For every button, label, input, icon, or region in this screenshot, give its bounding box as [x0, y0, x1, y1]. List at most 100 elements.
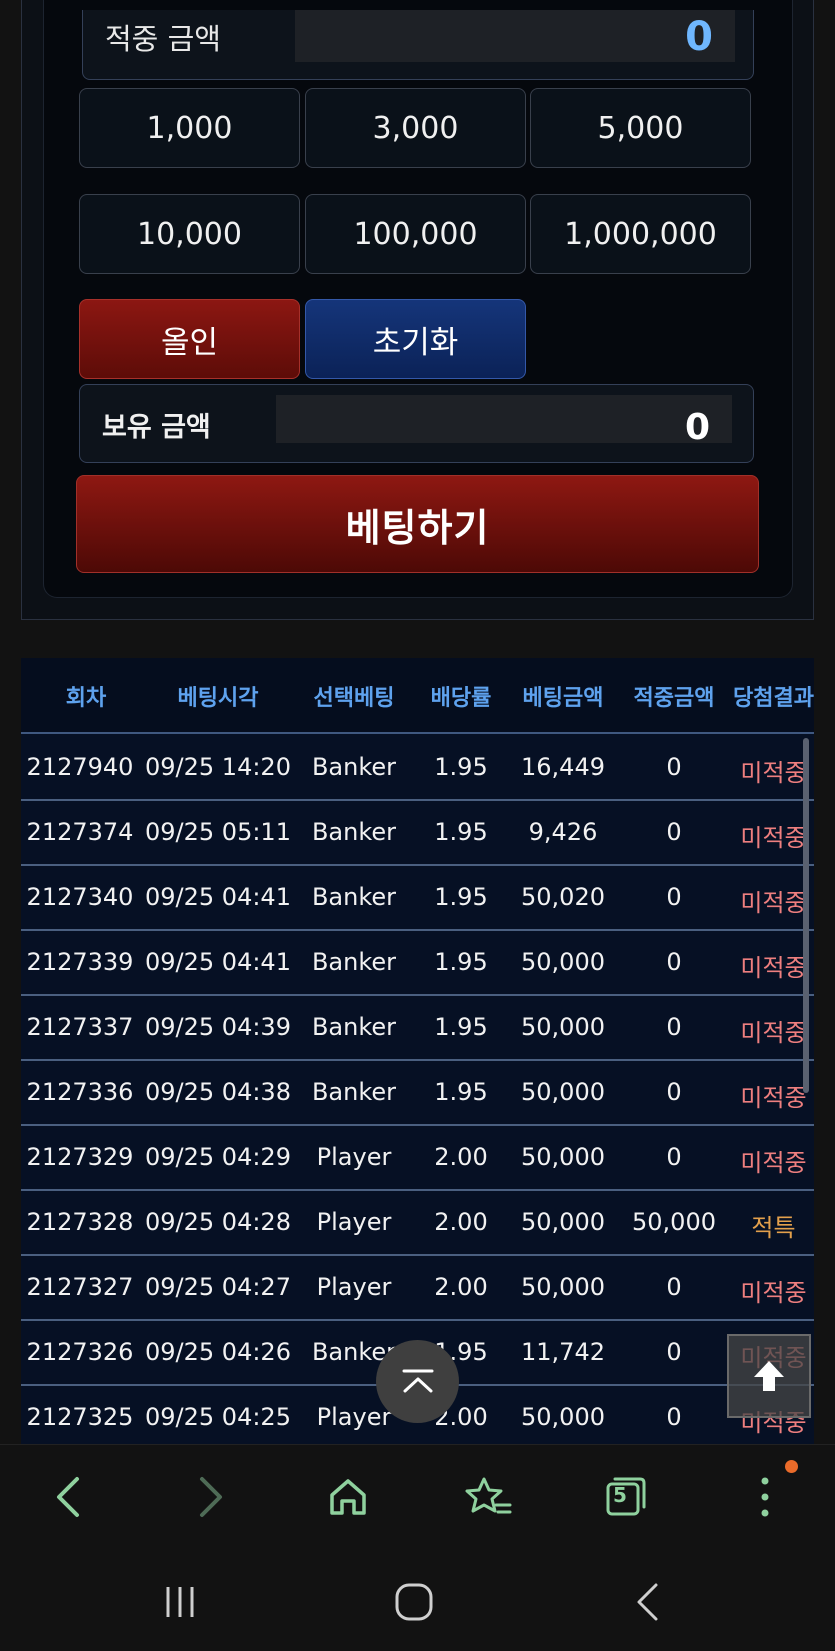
chip-button-10000[interactable]: 10,000	[79, 194, 300, 274]
cell-round: 2127327	[26, 1273, 134, 1301]
page: 적중 금액 0 1,000 3,000 5,000 10,000 100,000…	[0, 0, 835, 1651]
cell-win-amount: 0	[666, 818, 682, 846]
recents-icon	[166, 1587, 194, 1617]
browser-forward-button[interactable]	[183, 1469, 239, 1525]
browser-back-button[interactable]	[40, 1469, 96, 1525]
holding-amount-field: 0	[276, 395, 732, 448]
chip-button-3000[interactable]: 3,000	[305, 88, 526, 168]
cell-win-amount: 0	[666, 1143, 682, 1171]
chip-button-1000000[interactable]: 1,000,000	[530, 194, 751, 274]
header-selection: 선택베팅	[313, 686, 395, 711]
cell-odds: 1.95	[434, 948, 488, 976]
cell-odds: 2.00	[434, 1208, 488, 1236]
all-in-button[interactable]: 올인	[79, 299, 300, 379]
cell-bet-time: 09/25 04:28	[145, 1208, 291, 1236]
hit-amount-value: 0	[685, 14, 713, 60]
page-up-button[interactable]	[727, 1334, 811, 1418]
cell-bet-time: 09/25 04:39	[145, 1013, 291, 1041]
table-row: 2127340 09/25 04:41 Banker 1.95 50,020 0 미적중	[21, 866, 814, 931]
cell-bet-amount: 11,742	[521, 1338, 605, 1366]
cell-win-amount: 0	[666, 1403, 682, 1431]
header-round: 회차	[65, 686, 107, 711]
header-bet-time: 베팅시각	[177, 686, 259, 711]
holding-amount-label: 보유 금액	[102, 412, 211, 443]
bet-history-table[interactable]: 회차 베팅시각 선택베팅 배당률 베팅금액 적중금액 당첨결과 2127940 0…	[21, 658, 814, 1444]
system-back-button[interactable]	[618, 1572, 678, 1632]
more-icon	[761, 1477, 769, 1517]
browser-tabs-button[interactable]: 5	[598, 1469, 654, 1525]
cell-bet-time: 09/25 04:41	[145, 948, 291, 976]
chip-button-100000[interactable]: 100,000	[305, 194, 526, 274]
cell-bet-time: 09/25 04:29	[145, 1143, 291, 1171]
table-row: 2127374 09/25 05:11 Banker 1.95 9,426 0 미적중	[21, 801, 814, 866]
cell-odds: 1.95	[434, 818, 488, 846]
header-bet-amount: 베팅금액	[522, 686, 604, 711]
cell-bet-amount: 50,000	[521, 1143, 605, 1171]
chip-button-5000[interactable]: 5,000	[530, 88, 751, 168]
cell-odds: 1.95	[434, 753, 488, 781]
cell-selection: Banker	[311, 1078, 397, 1106]
cell-round: 2127339	[26, 948, 134, 976]
cell-round: 2127374	[26, 818, 134, 846]
home-circle-icon	[395, 1583, 433, 1621]
system-home-button[interactable]	[384, 1572, 444, 1632]
table-row: 2127337 09/25 04:39 Banker 1.95 50,000 0 미적중	[21, 996, 814, 1061]
chip-button-1000[interactable]: 1,000	[79, 88, 300, 168]
browser-bookmarks-button[interactable]	[460, 1469, 516, 1525]
browser-home-button[interactable]	[320, 1469, 376, 1525]
cell-bet-amount: 9,426	[528, 818, 598, 846]
hit-amount-field: 0	[295, 10, 735, 62]
cell-round: 2127340	[26, 883, 134, 911]
cell-bet-time: 09/25 04:26	[145, 1338, 291, 1366]
cell-selection: Player	[316, 1208, 392, 1236]
cell-bet-amount: 50,020	[521, 883, 605, 911]
forward-icon	[200, 1477, 222, 1517]
cell-bet-amount: 50,000	[521, 1013, 605, 1041]
cell-win-amount: 0	[666, 1273, 682, 1301]
browser-menu-button[interactable]	[737, 1469, 793, 1525]
header-win-amount: 적중금액	[633, 686, 715, 711]
place-bet-button[interactable]: 베팅하기	[76, 475, 759, 573]
cell-bet-time: 09/25 04:38	[145, 1078, 291, 1106]
cell-selection: Banker	[311, 753, 397, 781]
cell-selection: Banker	[311, 818, 397, 846]
cell-selection: Player	[316, 1273, 392, 1301]
cell-bet-time: 09/25 14:20	[145, 753, 291, 781]
cell-result: 적특	[751, 1214, 796, 1242]
cell-round: 2127337	[26, 1013, 134, 1041]
double-up-chevron-icon	[402, 1369, 433, 1392]
reset-button[interactable]: 초기화	[305, 299, 526, 379]
system-back-icon	[637, 1583, 658, 1621]
cell-win-amount: 50,000	[632, 1208, 716, 1236]
cell-win-amount: 0	[666, 1078, 682, 1106]
table-row: 2127336 09/25 04:38 Banker 1.95 50,000 0 미적중	[21, 1061, 814, 1126]
cell-result: 미적중	[740, 1279, 807, 1307]
cell-bet-amount: 16,449	[521, 753, 605, 781]
table-row: 2127940 09/25 14:20 Banker 1.95 16,449 0 미적중	[21, 736, 814, 801]
cell-bet-time: 09/25 04:27	[145, 1273, 291, 1301]
scroll-to-top-button[interactable]	[376, 1340, 459, 1423]
cell-result: 미적중	[740, 759, 807, 787]
hit-amount-label: 적중 금액	[105, 22, 221, 56]
cell-round: 2127326	[26, 1338, 134, 1366]
cell-result: 미적중	[740, 1084, 807, 1112]
cell-win-amount: 0	[666, 1338, 682, 1366]
table-scrollbar[interactable]	[803, 738, 809, 1093]
cell-odds: 1.95	[434, 1013, 488, 1041]
header-odds: 배당률	[430, 686, 492, 711]
recents-button[interactable]	[150, 1572, 210, 1632]
cell-bet-amount: 50,000	[521, 1078, 605, 1106]
cell-win-amount: 0	[666, 753, 682, 781]
home-icon	[330, 1479, 366, 1515]
table-row: 2127327 09/25 04:27 Player 2.00 50,000 0 미적중	[21, 1256, 814, 1321]
cell-round: 2127325	[26, 1403, 134, 1431]
cell-odds: 2.00	[434, 1273, 488, 1301]
cell-result: 미적중	[740, 889, 807, 917]
cell-result: 미적중	[740, 824, 807, 852]
system-nav-bar	[0, 1548, 835, 1651]
tab-count: 5	[613, 1483, 627, 1507]
back-icon	[57, 1477, 79, 1517]
table-row: 2127328 09/25 04:28 Player 2.00 50,000 50,000…	[21, 1191, 814, 1256]
cell-selection: Banker	[311, 948, 397, 976]
hit-amount-row: 적중 금액 0	[82, 10, 754, 80]
